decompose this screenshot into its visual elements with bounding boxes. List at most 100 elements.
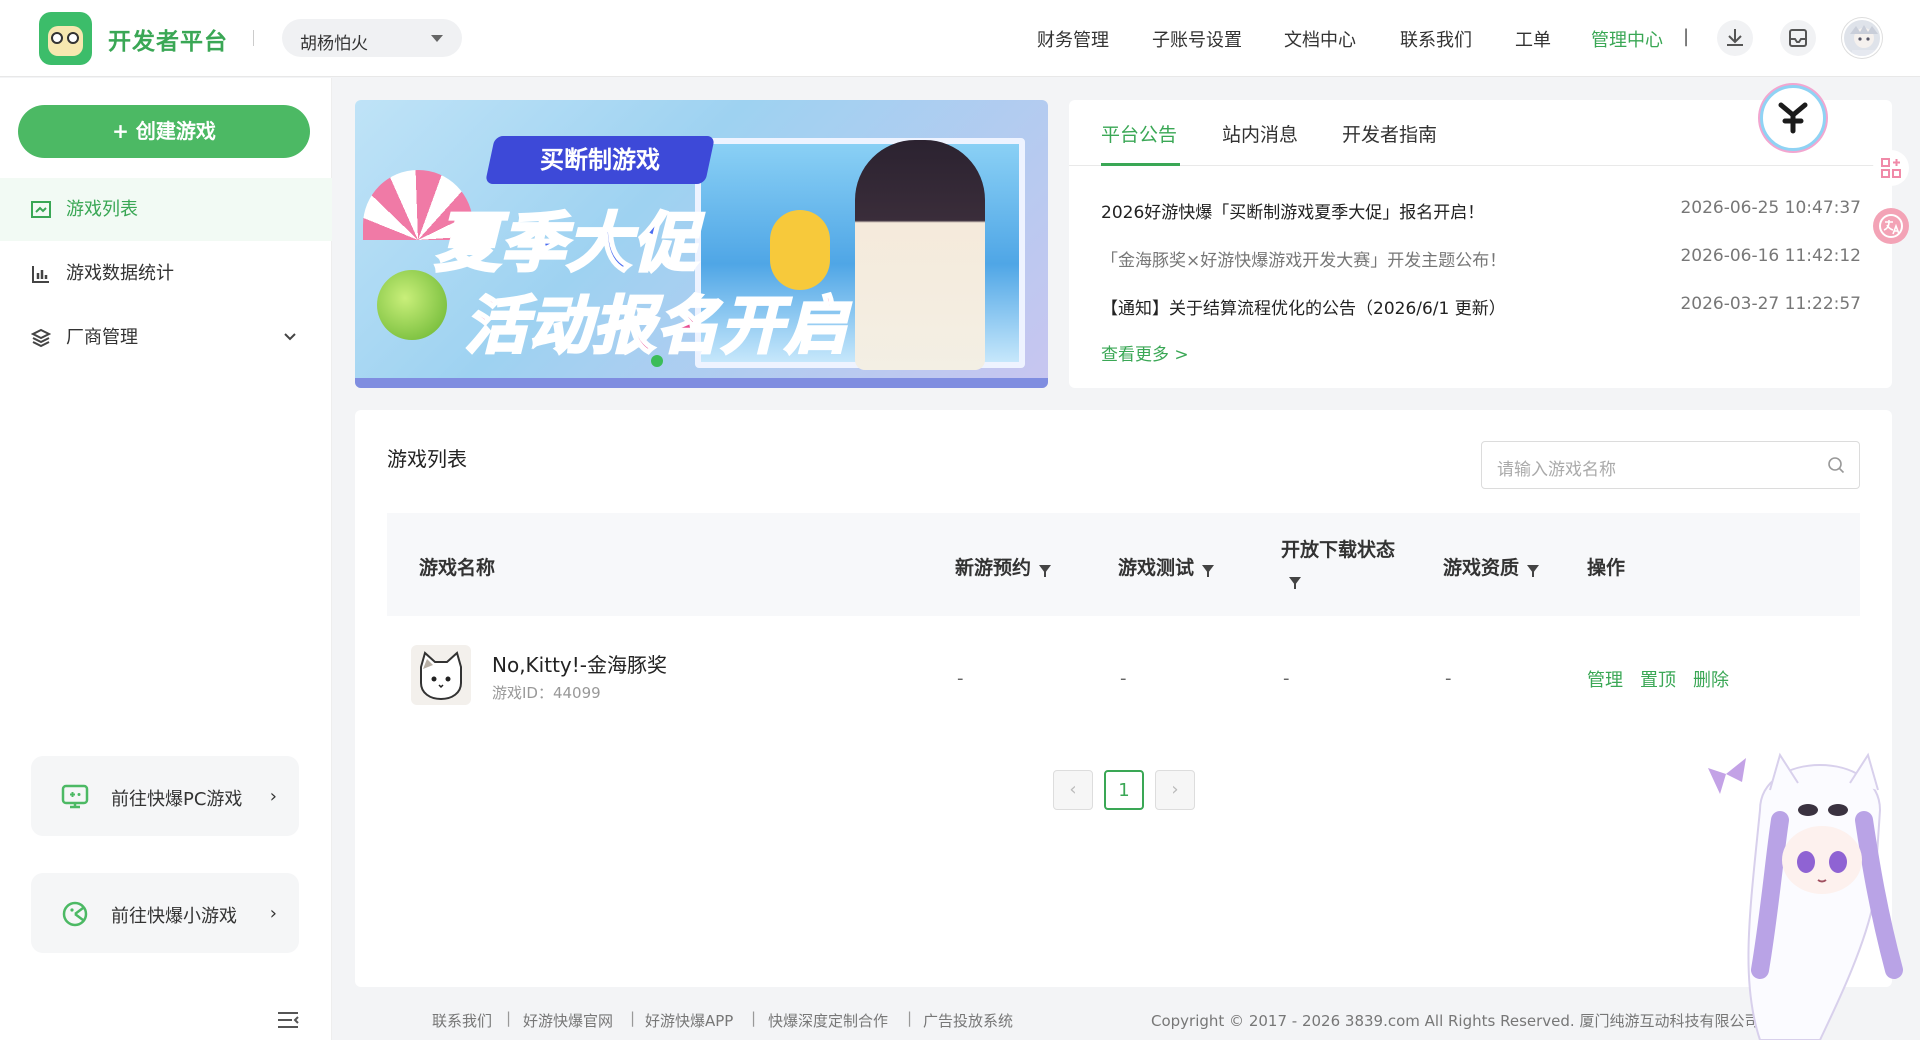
goto-pc-label: 前往快爆PC游戏: [111, 789, 243, 810]
chevron-right-icon: ›: [269, 786, 277, 807]
header-divider: [253, 30, 254, 46]
promo-banner[interactable]: 买断制游戏 夏季大促 活动报名开启: [355, 100, 1048, 388]
mini-game-icon: [62, 901, 88, 927]
account-selector[interactable]: 胡杨怕火: [282, 19, 462, 57]
table-row: No,Kitty!-金海豚奖 游戏ID：44099 - - - - 管理 置顶 …: [387, 620, 1860, 710]
active-tab-indicator: [1101, 163, 1180, 166]
chevron-right-icon: ›: [269, 903, 277, 924]
collapse-menu-icon[interactable]: [276, 1010, 300, 1030]
footer: 联系我们 | 好游快爆官网 | 好游快爆APP | 快爆深度定制合作 | 广告投…: [355, 1004, 1892, 1034]
nav-ticket[interactable]: 工单: [1515, 26, 1551, 52]
prev-page-button[interactable]: ‹: [1053, 770, 1093, 810]
tab-platform-announcements[interactable]: 平台公告: [1101, 120, 1177, 147]
table-header: 游戏名称 新游预约 游戏测试 开放下载状态 游戏资质 操作: [387, 513, 1860, 616]
notice-panel: 平台公告 站内消息 开发者指南 2026好游快爆「买断制游戏夏季大促」报名开启！…: [1069, 100, 1892, 388]
nav-subaccount[interactable]: 子账号设置: [1152, 26, 1242, 52]
nav-docs[interactable]: 文档中心: [1284, 26, 1356, 52]
banner-subheadline: 活动报名开启: [463, 288, 850, 364]
filter-icon[interactable]: [1289, 576, 1301, 589]
delete-link[interactable]: 删除: [1693, 666, 1729, 692]
search-placeholder: 请输入游戏名称: [1497, 460, 1616, 480]
translate-icon[interactable]: [1873, 208, 1909, 244]
create-game-button[interactable]: + 创建游戏: [18, 105, 310, 158]
brand-mark-icon: [1778, 102, 1808, 134]
filter-icon[interactable]: [1527, 564, 1540, 577]
notice-date: 2026-06-25 10:47:37: [1680, 198, 1861, 218]
footer-separator: |: [907, 1009, 913, 1027]
copyright-text: Copyright © 2017 - 2026 3839.com All Rig…: [1151, 1012, 1760, 1030]
footer-separator: |: [751, 1009, 757, 1027]
tab-site-messages[interactable]: 站内消息: [1222, 120, 1298, 147]
footer-separator: |: [506, 1009, 512, 1027]
chevron-down-icon[interactable]: [282, 328, 298, 344]
sidebar-item-label: 游戏列表: [66, 199, 138, 220]
notice-title: 【通知】关于结算流程优化的公告（2026/6/1 更新）: [1101, 299, 1506, 319]
banner-headline: 夏季大促: [434, 206, 699, 283]
footer-link-contact[interactable]: 联系我们: [432, 1010, 492, 1031]
floating-assistant-logo[interactable]: [1760, 85, 1826, 151]
notice-item[interactable]: 【通知】关于结算流程优化的公告（2026/6/1 更新） 2026-03-27 …: [1101, 294, 1861, 319]
page-1-button[interactable]: 1: [1104, 770, 1144, 810]
notice-date: 2026-06-16 11:42:12: [1680, 246, 1861, 266]
sidebar-item-game-list[interactable]: 游戏列表: [0, 178, 332, 241]
game-icon-image[interactable]: [411, 645, 471, 705]
game-id: 游戏ID：44099: [492, 684, 601, 702]
top-header: 开发者平台 胡杨怕火 财务管理 子账号设置 文档中心 联系我们 工单 管理中心 …: [0, 0, 1920, 77]
sidebar-item-vendor-management[interactable]: 厂商管理: [0, 306, 332, 369]
carousel-indicator[interactable]: [651, 355, 663, 367]
chevron-down-icon: [431, 35, 443, 42]
column-game-name: 游戏名称: [419, 557, 496, 579]
notice-title: 2026好游快爆「买断制游戏夏季大促」报名开启！: [1101, 203, 1485, 223]
sidebar-item-label: 游戏数据统计: [66, 263, 174, 284]
nav-contact[interactable]: 联系我们: [1400, 26, 1472, 52]
download-icon[interactable]: [1717, 20, 1753, 56]
game-list-panel: 游戏列表 请输入游戏名称 游戏名称 新游预约 游戏测试 开放下载状态 游戏资质 …: [355, 410, 1892, 987]
search-input[interactable]: 请输入游戏名称: [1481, 441, 1860, 489]
user-avatar[interactable]: [1842, 18, 1882, 58]
section-title: 游戏列表: [387, 447, 467, 471]
brand-title: 开发者平台: [108, 29, 228, 55]
column-qualification[interactable]: 游戏资质: [1443, 553, 1540, 580]
game-list-icon: [31, 201, 51, 218]
footer-link-official-site[interactable]: 好游快爆官网: [523, 1010, 613, 1031]
column-actions: 操作: [1587, 557, 1626, 579]
column-game-test[interactable]: 游戏测试: [1118, 553, 1215, 580]
notice-title: 「金海豚奖×好游快爆游戏开发大赛」开发主题公布！: [1101, 251, 1507, 271]
app-logo[interactable]: [39, 12, 92, 65]
game-name[interactable]: No,Kitty!-金海豚奖: [492, 649, 667, 678]
footer-separator: |: [630, 1009, 636, 1027]
notice-date: 2026-03-27 11:22:57: [1680, 294, 1861, 314]
apps-grid-icon[interactable]: [1873, 150, 1909, 186]
nav-admin-center[interactable]: 管理中心: [1591, 26, 1663, 52]
column-new-game-reservation[interactable]: 新游预约: [955, 553, 1052, 580]
column-download-status[interactable]: 开放下载状态: [1281, 535, 1411, 595]
banner-character-image: [855, 140, 985, 370]
footer-link-ad-system[interactable]: 广告投放系统: [923, 1010, 1013, 1031]
sidebar-item-label: 厂商管理: [66, 327, 138, 348]
notice-item[interactable]: 2026好游快爆「买断制游戏夏季大促」报名开启！ 2026-06-25 10:4…: [1101, 198, 1861, 223]
page-scrollbar[interactable]: [1912, 78, 1920, 1040]
search-icon[interactable]: [1827, 456, 1845, 474]
goto-pc-games-button[interactable]: 前往快爆PC游戏 ›: [31, 756, 299, 836]
manage-link[interactable]: 管理: [1587, 666, 1623, 692]
notice-item[interactable]: 「金海豚奖×好游快爆游戏开发大赛」开发主题公布！ 2026-06-16 11:4…: [1101, 246, 1861, 271]
nav-finance[interactable]: 财务管理: [1037, 26, 1109, 52]
inbox-icon[interactable]: [1780, 20, 1816, 56]
monitor-gamepad-icon: [61, 784, 89, 809]
pin-top-link[interactable]: 置顶: [1640, 666, 1676, 692]
filter-icon[interactable]: [1039, 564, 1052, 577]
sidebar-item-game-stats[interactable]: 游戏数据统计: [0, 242, 332, 305]
tab-developer-guide[interactable]: 开发者指南: [1342, 120, 1437, 147]
account-name: 胡杨怕火: [300, 34, 368, 54]
footer-link-custom-cooperation[interactable]: 快爆深度定制合作: [768, 1010, 888, 1031]
footer-link-app[interactable]: 好游快爆APP: [645, 1010, 733, 1031]
layers-icon: [31, 328, 51, 348]
goto-mini-label: 前往快爆小游戏: [111, 906, 237, 927]
goto-mini-games-button[interactable]: 前往快爆小游戏 ›: [31, 873, 299, 953]
banner-tag: 买断制游戏: [484, 136, 716, 184]
view-more-link[interactable]: 查看更多 >: [1101, 340, 1189, 365]
filter-icon[interactable]: [1202, 564, 1215, 577]
nav-separator: |: [1683, 26, 1690, 47]
reservation-value: -: [957, 668, 964, 689]
next-page-button[interactable]: ›: [1155, 770, 1195, 810]
